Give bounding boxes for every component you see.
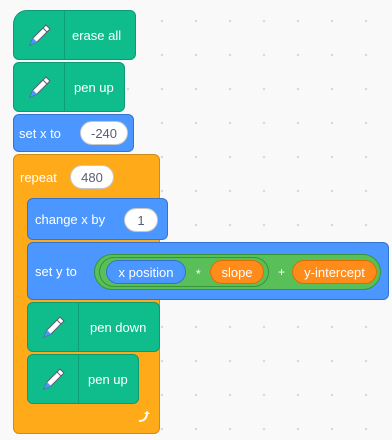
slope-reporter[interactable]: slope (210, 260, 264, 284)
set-x-block[interactable]: set x to -240 (13, 114, 134, 152)
repeat-count-input[interactable]: 480 (70, 165, 114, 189)
erase-all-block[interactable]: erase all (13, 10, 136, 60)
x-position-reporter[interactable]: x position (106, 260, 186, 284)
pen-up-block[interactable]: pen up (13, 62, 125, 112)
set-x-label: set x to (19, 126, 61, 141)
plus-symbol: + (278, 265, 286, 279)
pen-icon (28, 303, 79, 351)
change-x-label: change x by (35, 212, 106, 227)
pen-icon (14, 63, 65, 111)
multiply-symbol: * (196, 267, 201, 281)
set-x-value-input[interactable]: -240 (80, 121, 128, 145)
pen-down-block[interactable]: pen down (27, 302, 160, 352)
loop-arrow-icon (136, 409, 152, 425)
repeat-label: repeat (20, 170, 57, 185)
change-x-value-input[interactable]: 1 (124, 208, 158, 232)
plus-operator[interactable]: x position * slope + y-intercept (94, 254, 381, 290)
pen-down-label: pen down (90, 320, 147, 335)
multiply-operator[interactable]: x position * slope (99, 257, 269, 287)
pen-up-label: pen up (74, 80, 114, 95)
pen-up-label: pen up (88, 372, 128, 387)
y-intercept-reporter[interactable]: y-intercept (292, 260, 377, 284)
pen-icon (28, 355, 79, 403)
set-y-label: set y to (35, 264, 77, 279)
change-x-block[interactable]: change x by 1 (27, 198, 168, 240)
pen-up-block[interactable]: pen up (27, 354, 139, 404)
set-y-block[interactable]: set y to x position * slope + y-intercep… (27, 242, 389, 300)
erase-all-label: erase all (72, 28, 122, 43)
pen-icon (14, 11, 65, 59)
